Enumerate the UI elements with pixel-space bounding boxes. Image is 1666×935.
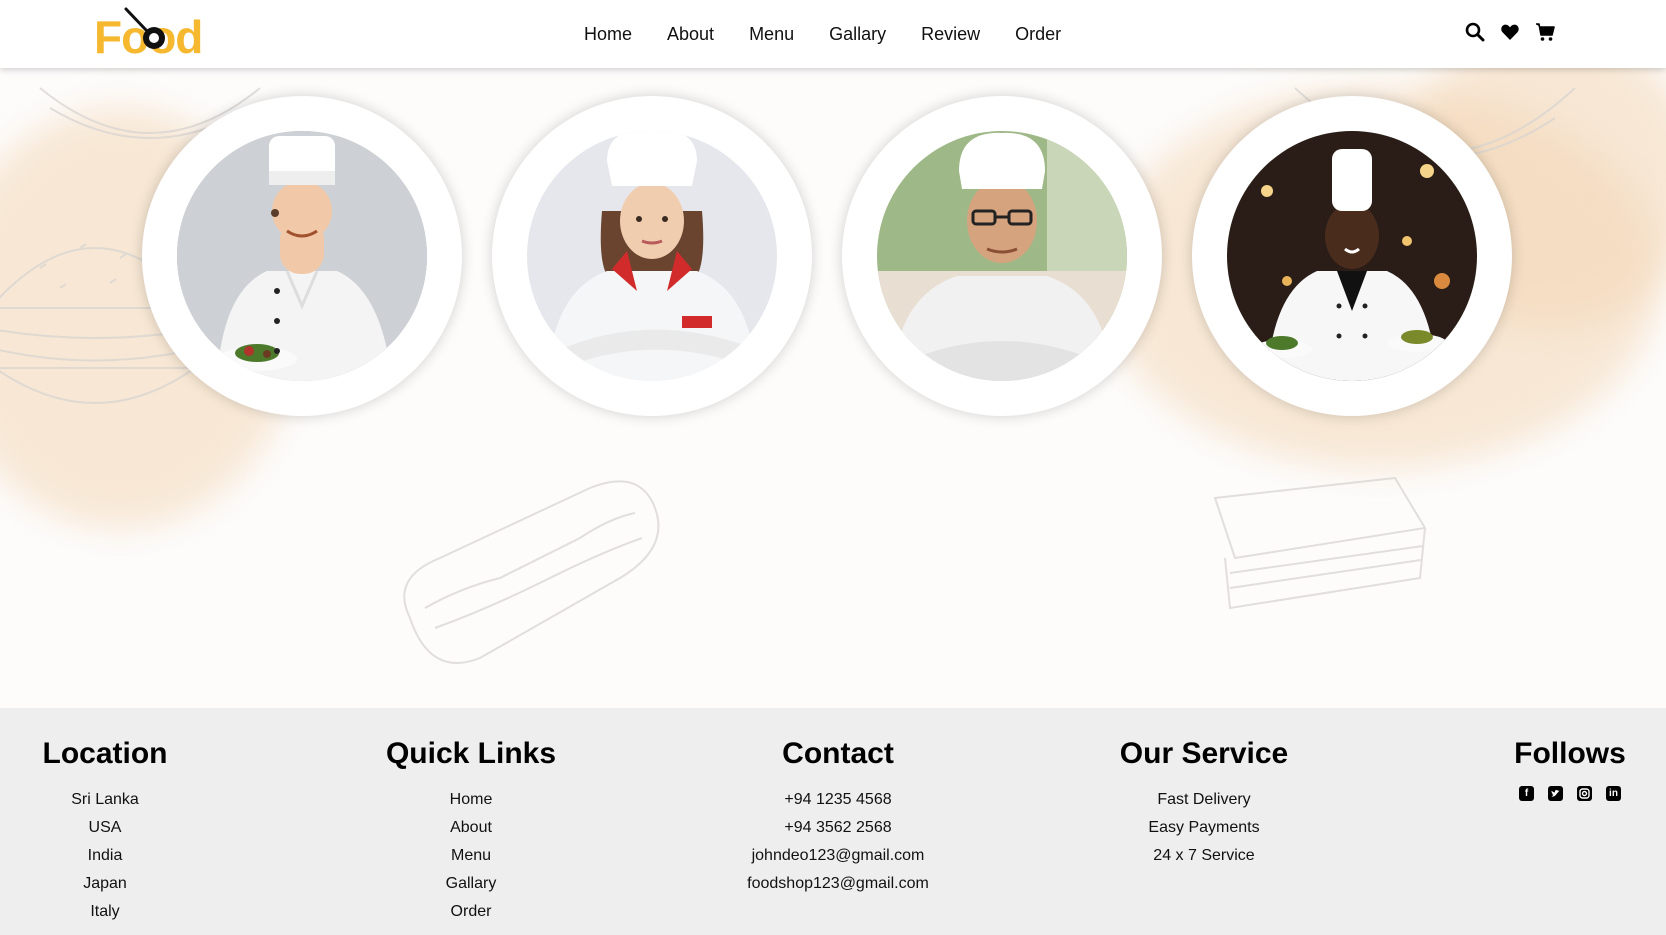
site-footer: Location Sri Lanka USA India Japan Italy… (0, 708, 1666, 935)
instagram-icon[interactable] (1577, 786, 1592, 801)
twitter-icon[interactable] (1548, 786, 1563, 801)
location-item: India (87, 847, 123, 864)
footer-link-gallary[interactable]: Gallary (371, 870, 571, 898)
chef-photo (177, 131, 427, 381)
heart-icon[interactable] (1500, 22, 1520, 42)
contact-phone: +94 3562 2568 (784, 819, 892, 836)
footer-follows-title: Follows (1514, 737, 1626, 770)
location-item: USA (88, 819, 122, 836)
location-item: Japan (83, 875, 127, 892)
chef-photo (877, 131, 1127, 381)
chef-photo (1227, 131, 1477, 381)
service-item: Fast Delivery (1157, 791, 1251, 808)
chef-woman-arms-crossed (527, 131, 777, 381)
chef-photo (527, 131, 777, 381)
footer-quick-links: Quick Links Home About Menu Gallary Orde… (371, 736, 571, 926)
chefs-section (0, 68, 1666, 708)
contact-email: johndeo123@gmail.com (751, 847, 925, 864)
chef-man-holding-salad-plate (177, 131, 427, 381)
nav-menu[interactable]: Menu (749, 24, 794, 45)
nav-home[interactable]: Home (584, 24, 632, 45)
footer-contact: Contact +94 1235 4568 +94 3562 2568 john… (728, 736, 948, 898)
chef-man-glasses-arms-crossed (877, 131, 1127, 381)
lasagna-doodle (1213, 476, 1427, 610)
footer-quick-links-title: Quick Links (385, 737, 557, 770)
footer-link-menu[interactable]: Menu (371, 842, 571, 870)
hotdog-doodle (403, 480, 660, 664)
chef-card (842, 96, 1162, 416)
footer-location: Location Sri Lanka USA India Japan Italy (30, 736, 180, 926)
contact-phone: +94 1235 4568 (784, 791, 892, 808)
footer-link-home[interactable]: Home (371, 786, 571, 814)
chef-card (492, 96, 812, 416)
brand-logo[interactable]: Food (94, 6, 204, 62)
spoon-icon (124, 7, 165, 49)
chef-card (1192, 96, 1512, 416)
footer-link-order[interactable]: Order (371, 898, 571, 926)
footer-follows: Follows f in (1500, 736, 1640, 801)
footer-link-about[interactable]: About (371, 814, 571, 842)
main-nav: Home About Menu Gallary Review Order (584, 0, 1096, 68)
contact-email: foodshop123@gmail.com (747, 875, 929, 892)
cart-icon[interactable] (1535, 22, 1555, 42)
chef-man-holding-two-plates (1227, 131, 1477, 381)
footer-contact-title: Contact (782, 737, 894, 770)
service-item: 24 x 7 Service (1153, 847, 1255, 864)
footer-service-title: Our Service (1119, 737, 1289, 770)
location-item: Sri Lanka (71, 791, 139, 808)
nav-gallary[interactable]: Gallary (829, 24, 886, 45)
service-item: Easy Payments (1148, 819, 1260, 836)
search-icon[interactable] (1465, 22, 1485, 42)
facebook-icon[interactable]: f (1519, 786, 1534, 801)
social-icons: f in (1500, 786, 1640, 801)
footer-location-title: Location (42, 737, 168, 770)
chef-card (142, 96, 462, 416)
footer-service: Our Service Fast Delivery Easy Payments … (1104, 736, 1304, 870)
nav-about[interactable]: About (667, 24, 714, 45)
linkedin-icon[interactable]: in (1606, 786, 1621, 801)
nav-review[interactable]: Review (921, 24, 980, 45)
site-header: Food Home About Menu Gallary Review Orde… (0, 0, 1666, 68)
header-icons (1465, 22, 1555, 42)
nav-order[interactable]: Order (1015, 24, 1061, 45)
location-item: Italy (90, 903, 120, 920)
